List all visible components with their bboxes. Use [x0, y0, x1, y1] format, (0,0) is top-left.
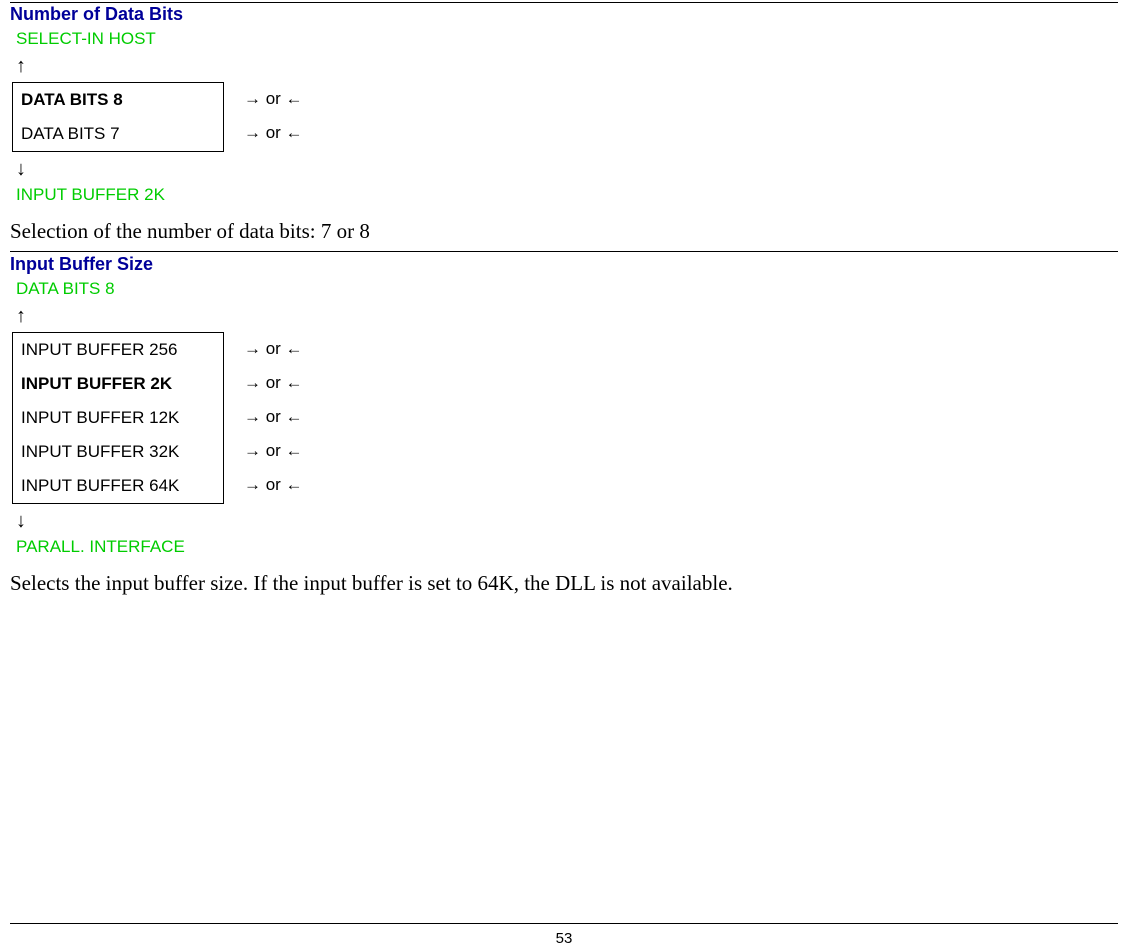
nav-arrows: → or ← [244, 468, 303, 502]
menu-options-box: INPUT BUFFER 256 INPUT BUFFER 2K INPUT B… [12, 332, 224, 504]
menu-option-label: INPUT BUFFER 256 [13, 340, 178, 360]
menu-options-box: DATA BITS 8 DATA BITS 7 [12, 82, 224, 152]
body-text: Selection of the number of data bits: 7 … [10, 219, 1118, 244]
page-number: 53 [556, 930, 573, 947]
menu-option: INPUT BUFFER 32K [13, 435, 223, 469]
nav-arrows: → or ← [244, 82, 303, 116]
nav-arrows: → or ← [244, 332, 303, 366]
nav-arrows-column: → or ← → or ← [244, 82, 303, 150]
menu-option-label: INPUT BUFFER 64K [13, 476, 179, 496]
menu-block: DATA BITS 8 DATA BITS 7 → or ← → or ← [12, 82, 1118, 152]
menu-option-label: DATA BITS 8 [13, 90, 123, 110]
menu-option: INPUT BUFFER 64K [13, 469, 223, 503]
next-menu-label: INPUT BUFFER 2K [16, 185, 1118, 205]
nav-arrows: → or ← [244, 116, 303, 150]
arrow-up-icon: ↑ [16, 305, 1118, 328]
menu-option: DATA BITS 7 [13, 117, 223, 151]
prev-menu-label: SELECT-IN HOST [16, 29, 1118, 49]
section-title: Input Buffer Size [10, 254, 1118, 275]
body-text: Selects the input buffer size. If the in… [10, 571, 1118, 596]
nav-arrows-column: → or ← → or ← → or ← → or ← → or ← [244, 332, 303, 502]
arrow-down-icon: ↓ [16, 510, 1118, 533]
arrow-up-icon: ↑ [16, 55, 1118, 78]
divider [10, 2, 1118, 3]
menu-option-label: INPUT BUFFER 32K [13, 442, 179, 462]
nav-arrows: → or ← [244, 366, 303, 400]
menu-block: INPUT BUFFER 256 INPUT BUFFER 2K INPUT B… [12, 332, 1118, 504]
next-menu-label: PARALL. INTERFACE [16, 537, 1118, 557]
menu-option-label: INPUT BUFFER 12K [13, 408, 179, 428]
arrow-down-icon: ↓ [16, 158, 1118, 181]
menu-option: DATA BITS 8 [13, 83, 223, 117]
prev-menu-label: DATA BITS 8 [16, 279, 1118, 299]
divider [10, 251, 1118, 252]
menu-option: INPUT BUFFER 256 [13, 333, 223, 367]
menu-option-label: INPUT BUFFER 2K [13, 374, 172, 394]
nav-arrows: → or ← [244, 434, 303, 468]
menu-option-label: DATA BITS 7 [13, 124, 120, 144]
menu-option: INPUT BUFFER 12K [13, 401, 223, 435]
page-footer: 53 [10, 923, 1118, 952]
section-title: Number of Data Bits [10, 4, 1118, 25]
menu-option: INPUT BUFFER 2K [13, 367, 223, 401]
nav-arrows: → or ← [244, 400, 303, 434]
